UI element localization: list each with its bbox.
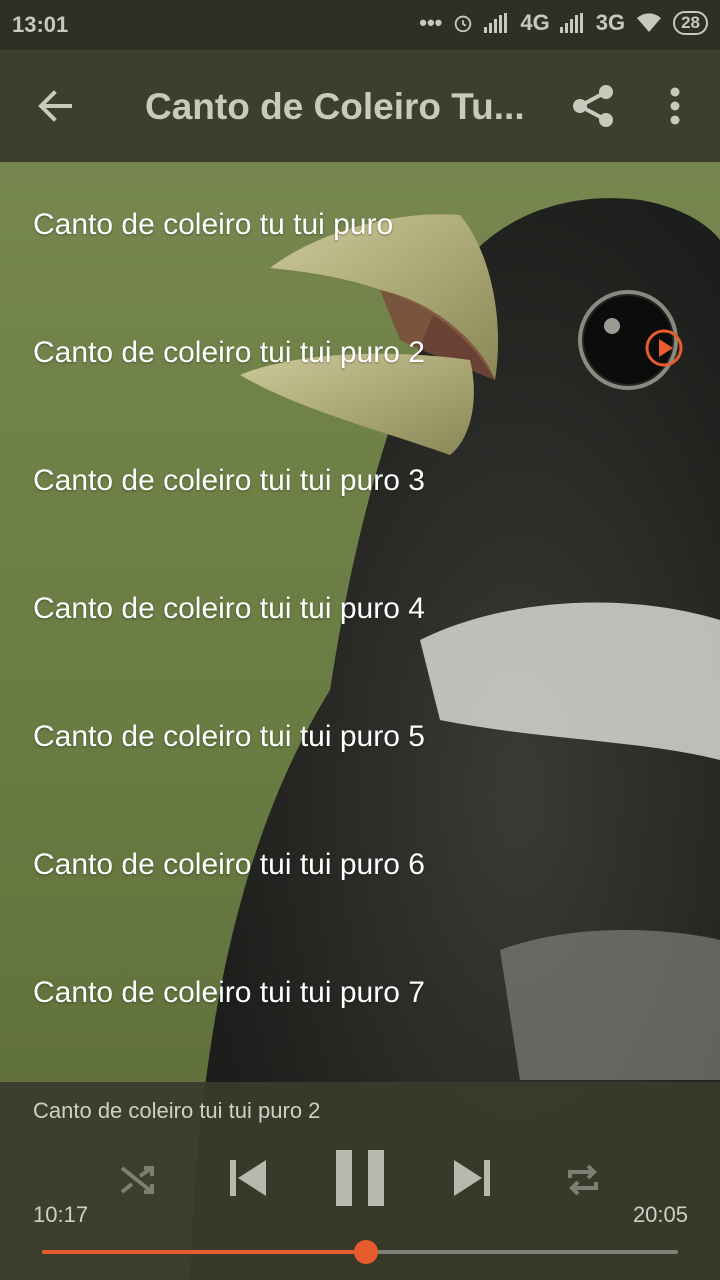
track-label: Canto de coleiro tui tui puro 2 — [33, 336, 425, 369]
skip-next-icon — [454, 1160, 490, 1196]
track-label: Canto de coleiro tui tui puro 7 — [33, 976, 425, 1009]
share-icon — [573, 85, 613, 127]
pause-button[interactable] — [330, 1148, 390, 1208]
track-list: Canto de coleiro tu tui puro Canto de co… — [0, 162, 720, 1082]
track-label: Canto de coleiro tui tui puro 4 — [33, 592, 425, 625]
shuffle-icon — [120, 1166, 154, 1194]
alarm-icon — [452, 12, 474, 34]
seek-bar[interactable] — [42, 1240, 678, 1264]
track-item[interactable]: Canto de coleiro tui tui puro 7 — [0, 930, 720, 1058]
shuffle-button[interactable] — [118, 1160, 156, 1198]
app-toolbar: Canto de Coleiro Tu... — [0, 50, 720, 162]
repeat-button[interactable] — [562, 1160, 604, 1200]
pause-icon — [336, 1150, 384, 1206]
more-options-button[interactable] — [660, 80, 690, 132]
total-time: 20:05 — [632, 1202, 688, 1227]
track-item[interactable]: Canto de coleiro tu tui puro — [0, 162, 720, 290]
play-circle-icon — [645, 329, 683, 367]
signal-icon-1 — [484, 13, 510, 33]
previous-button[interactable] — [226, 1156, 270, 1200]
page-title: Canto de Coleiro Tu... — [145, 86, 525, 127]
track-item[interactable]: Canto de coleiro tui tui puro 2 — [0, 290, 720, 418]
network-type-2: 3G — [595, 10, 626, 35]
signal-icon-2 — [559, 13, 586, 33]
player-panel: Canto de coleiro tui tui puro 2 10:17 20… — [0, 1082, 720, 1280]
notification-dots-icon: ••• — [419, 10, 443, 35]
track-item[interactable]: Canto de coleiro tui tui puro 4 — [0, 546, 720, 674]
seek-bar-thumb[interactable] — [354, 1240, 379, 1264]
status-time: 13:01 — [12, 12, 69, 37]
seek-bar-progress — [42, 1250, 367, 1254]
more-vert-icon — [670, 87, 680, 125]
track-item[interactable]: Canto de coleiro tui tui puro 3 — [0, 418, 720, 546]
status-icons: ••• 4G 3G 28 — [419, 10, 708, 36]
share-button[interactable] — [568, 80, 620, 132]
battery-indicator: 28 — [673, 11, 708, 35]
track-label: Canto de coleiro tui tui puro 6 — [33, 848, 425, 881]
skip-previous-icon — [230, 1160, 266, 1196]
network-type-1: 4G — [520, 10, 550, 35]
track-label: Canto de coleiro tu tui puro — [33, 208, 394, 241]
next-button[interactable] — [450, 1156, 494, 1200]
track-item[interactable]: Canto de coleiro tui tui puro 5 — [0, 674, 720, 802]
wifi-icon — [635, 12, 663, 34]
track-item[interactable]: Canto de coleiro tui tui puro 6 — [0, 802, 720, 930]
elapsed-time: 10:17 — [33, 1202, 89, 1227]
back-button[interactable] — [28, 78, 84, 134]
track-label: Canto de coleiro tui tui puro 3 — [33, 464, 425, 497]
status-bar: 13:01 ••• 4G 3G 28 — [0, 0, 720, 50]
repeat-icon — [568, 1164, 598, 1196]
back-arrow-icon — [38, 90, 72, 122]
now-playing-title: Canto de coleiro tui tui puro 2 — [33, 1098, 321, 1123]
track-label: Canto de coleiro tui tui puro 5 — [33, 720, 425, 753]
